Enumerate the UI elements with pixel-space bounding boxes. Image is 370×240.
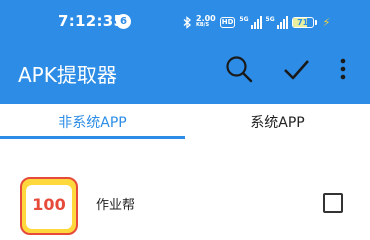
status-icons: 2.00 KB/S HD 5G 5G 71 ⚡ xyxy=(183,13,330,31)
signal-1-label: 5G xyxy=(239,15,249,23)
confirm-button[interactable] xyxy=(279,52,313,86)
tab-system-apps[interactable]: 系统APP xyxy=(185,104,370,144)
signal-strength-icon-1: 5G xyxy=(239,15,262,29)
status-time: 7:12:35 xyxy=(58,12,125,30)
more-options-button[interactable] xyxy=(328,52,358,86)
more-vert-icon xyxy=(340,58,346,80)
battery-icon: 71 xyxy=(291,16,317,28)
app-select-checkbox[interactable] xyxy=(323,193,343,213)
app-icon-text: 100 xyxy=(26,185,72,229)
signal-2-label: 5G xyxy=(265,15,275,23)
app-bar: 7:12:35 6 2.00 KB/S HD 5G 5G 71 ⚡ APK提取器 xyxy=(0,0,370,104)
hd-voice-icon: HD xyxy=(219,16,236,28)
search-icon xyxy=(226,56,253,83)
net-speed-unit: KB/S xyxy=(196,22,210,28)
search-button[interactable] xyxy=(222,52,256,86)
battery-percent: 71 xyxy=(297,17,309,27)
bluetooth-icon xyxy=(183,15,191,29)
app-name: 作业帮 xyxy=(96,198,136,213)
signal-strength-icon-2: 5G xyxy=(265,15,288,29)
tab-indicator xyxy=(0,136,185,139)
app-icon: 100 xyxy=(20,177,78,235)
status-bar: 7:12:35 6 2.00 KB/S HD 5G 5G 71 ⚡ xyxy=(0,0,370,42)
app-list-item[interactable]: 100 作业帮 xyxy=(0,170,370,235)
notification-count-badge: 6 xyxy=(116,14,131,29)
net-speed-value: 2.00 xyxy=(196,14,216,23)
charging-icon: ⚡ xyxy=(322,15,331,29)
net-speed: 2.00 KB/S xyxy=(196,15,216,29)
page-title: APK提取器 xyxy=(18,63,117,87)
check-icon xyxy=(284,60,309,80)
